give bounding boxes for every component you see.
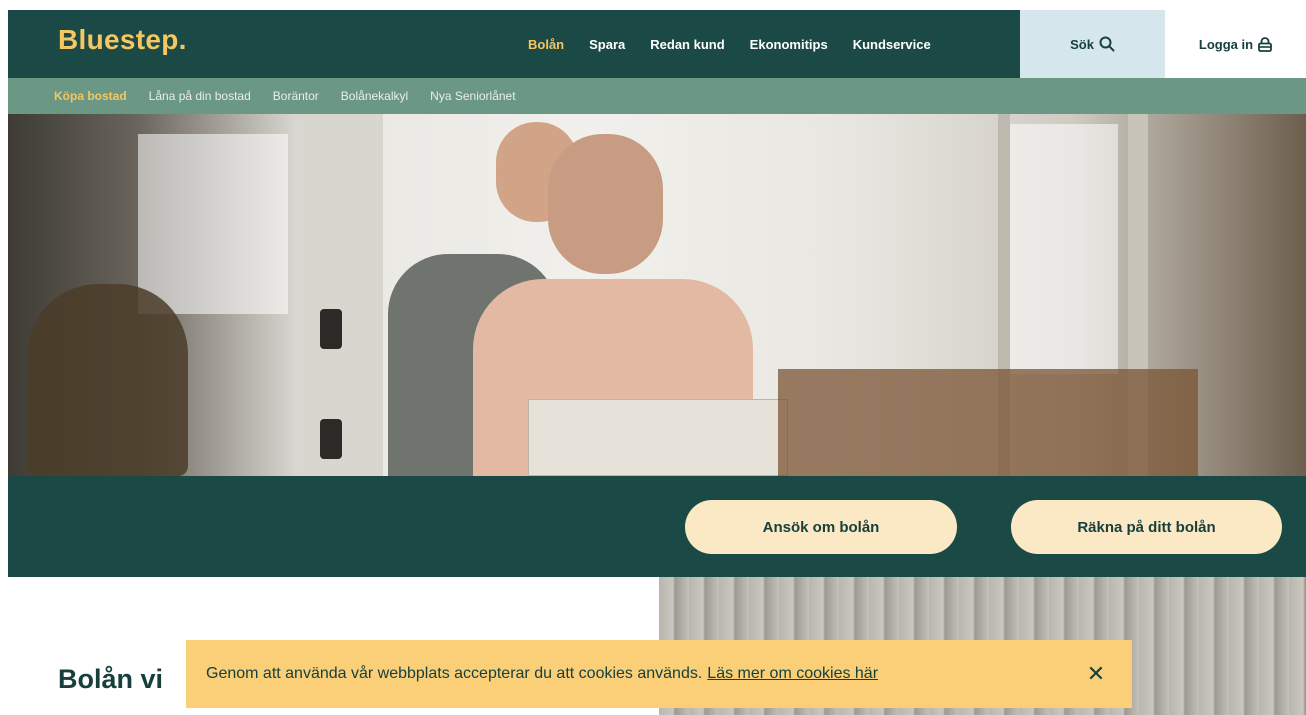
- nav-item-kundservice[interactable]: Kundservice: [853, 37, 931, 52]
- search-label: Sök: [1070, 36, 1094, 52]
- login-button[interactable]: Logga in: [1165, 10, 1306, 78]
- nav-item-redan-kund[interactable]: Redan kund: [650, 37, 724, 52]
- moving-box: [528, 399, 788, 476]
- nav-item-ekonomitips[interactable]: Ekonomitips: [750, 37, 828, 52]
- hero-image: [8, 114, 1306, 476]
- section-title: Bolån vi: [58, 664, 164, 694]
- subnav-item-kopa-bostad[interactable]: Köpa bostad: [54, 89, 127, 103]
- login-label: Logga in: [1198, 36, 1254, 52]
- nav-item-bolan[interactable]: Bolån: [528, 37, 564, 52]
- cookie-text: Genom att använda vår webbplats accepter…: [206, 665, 703, 682]
- search-icon: [1099, 36, 1115, 52]
- search-button[interactable]: Sök: [1020, 10, 1165, 78]
- subnav-item-bolanekalkyl[interactable]: Bolånekalkyl: [341, 89, 408, 103]
- lock-icon: [1258, 36, 1272, 52]
- vase: [28, 284, 188, 476]
- door-handle: [320, 309, 342, 349]
- blurred-foreground: [778, 369, 1198, 476]
- cookie-info-link[interactable]: Läs mer om cookies här: [707, 665, 878, 683]
- site-header: Bluestep. Bolån Spara Redan kund Ekonomi…: [8, 10, 1306, 78]
- close-icon[interactable]: ✕: [1080, 658, 1112, 690]
- page: Bluestep. Bolån Spara Redan kund Ekonomi…: [8, 10, 1306, 715]
- window-pane: [1008, 124, 1118, 374]
- sub-nav: Köpa bostad Låna på din bostad Boräntor …: [8, 78, 1306, 114]
- calculate-mortgage-button[interactable]: Räkna på ditt bolån: [1011, 500, 1282, 554]
- cta-band: Ansök om bolån Räkna på ditt bolån: [8, 476, 1306, 577]
- subnav-item-nya-seniorlanet[interactable]: Nya Seniorlånet: [430, 89, 515, 103]
- apply-mortgage-button[interactable]: Ansök om bolån: [685, 500, 957, 554]
- person-woman-head: [548, 134, 663, 274]
- subnav-item-lana-pa-din-bostad[interactable]: Låna på din bostad: [149, 89, 251, 103]
- subnav-item-borantor[interactable]: Boräntor: [273, 89, 319, 103]
- door-handle: [320, 419, 342, 459]
- cookie-banner: Genom att använda vår webbplats accepter…: [186, 640, 1132, 708]
- window-pane: [138, 134, 288, 314]
- main-nav: Bolån Spara Redan kund Ekonomitips Kunds…: [528, 10, 956, 78]
- logo[interactable]: Bluestep.: [58, 24, 187, 56]
- nav-item-spara[interactable]: Spara: [589, 37, 625, 52]
